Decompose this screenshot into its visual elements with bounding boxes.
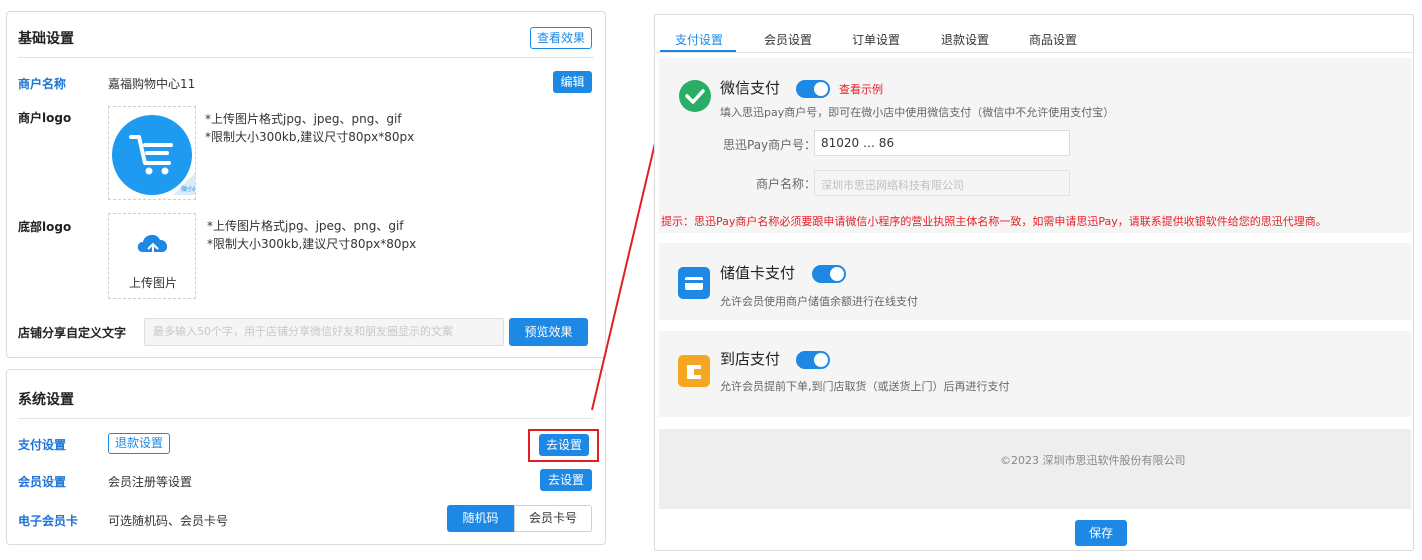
share-text-input[interactable]: 最多输入50个字，用于店铺分享微信好友和朋友圈显示的文案	[144, 318, 504, 346]
system-settings-panel: 系统设置 支付设置 退款设置 去设置 会员设置 会员注册等设置 去设置 电子会员…	[6, 369, 606, 545]
card-pay-section: 储值卡支付 允许会员使用商户储值余额进行在线支付	[659, 243, 1411, 320]
merchant-logo-image: 微小店	[112, 115, 195, 195]
refund-settings-tag[interactable]: 退款设置	[108, 433, 170, 454]
random-code-option[interactable]: 随机码	[447, 505, 514, 532]
view-example-link[interactable]: 查看示例	[839, 81, 883, 97]
system-settings-title: 系统设置	[18, 392, 74, 408]
view-effect-button[interactable]: 查看效果	[530, 27, 592, 49]
wechat-pay-tip: 提示：思迅Pay商户名称必须要跟申请微信小程序的营业执照主体名称一致，如需申请思…	[661, 215, 1327, 228]
tab-order-settings[interactable]: 订单设置	[852, 31, 900, 48]
store-pay-title: 到店支付	[720, 350, 781, 368]
wechat-pay-toggle[interactable]	[796, 80, 830, 98]
upload-image-box[interactable]: 上传图片	[108, 213, 196, 299]
member-settings-label: 会员设置	[18, 475, 67, 489]
merchant-name-label-right: 商户名称：	[756, 177, 817, 191]
merchant-name-value-right: 深圳市思迅网络科技有限公司	[821, 179, 964, 192]
wechat-pay-desc: 填入思迅pay商户号，即可在微小店中使用微信支付（微信中不允许使用支付宝）	[720, 106, 1115, 119]
wechat-pay-section: 微信支付 查看示例 填入思迅pay商户号，即可在微小店中使用微信支付（微信中不允…	[659, 58, 1411, 233]
tab-member-settings[interactable]: 会员设置	[764, 31, 812, 48]
preview-effect-button[interactable]: 预览效果	[509, 318, 588, 346]
divider	[18, 57, 594, 58]
wallet-card-icon	[678, 267, 710, 299]
member-settings-go-button[interactable]: 去设置	[540, 469, 592, 491]
card-pay-title: 储值卡支付	[720, 264, 796, 282]
logo-hint-size: *限制大小300kb,建议尺寸80px*80px	[205, 130, 415, 144]
tab-pay-settings[interactable]: 支付设置	[675, 31, 723, 48]
tab-refund-settings[interactable]: 退款设置	[941, 31, 989, 48]
pay-settings-label: 支付设置	[18, 438, 67, 452]
sixun-pay-id-input[interactable]: 81020 … 86	[814, 130, 1070, 156]
merchant-logo-box[interactable]: 微小店	[108, 106, 196, 200]
member-settings-desc: 会员注册等设置	[108, 475, 193, 489]
save-button[interactable]: 保存	[1075, 520, 1127, 546]
upload-image-text: 上传图片	[129, 276, 178, 290]
store-pay-desc: 允许会员提前下单,到门店取货（或送货上门）后再进行支付	[720, 380, 1010, 393]
logo-badge-text: 微小店	[181, 185, 195, 193]
divider	[18, 418, 594, 419]
tab-goods-settings[interactable]: 商品设置	[1029, 31, 1077, 48]
share-text-label: 店铺分享自定义文字	[18, 326, 127, 340]
bottom-logo-label: 底部logo	[18, 220, 72, 234]
merchant-logo-label: 商户logo	[18, 111, 72, 125]
member-card-no-option[interactable]: 会员卡号	[514, 505, 592, 532]
store-pay-icon	[678, 355, 710, 387]
cloud-upload-icon	[137, 234, 168, 258]
store-pay-toggle[interactable]	[796, 351, 830, 369]
card-pay-toggle[interactable]	[812, 265, 846, 283]
store-pay-section: 到店支付 允许会员提前下单,到门店取货（或送货上门）后再进行支付	[659, 331, 1411, 417]
footer-area	[659, 429, 1411, 509]
footer-copyright: ©2023 深圳市思迅软件股份有限公司	[1000, 454, 1186, 467]
logo-hint-format: *上传图片格式jpg、jpeg、png、gif	[205, 112, 402, 126]
wechat-pay-title: 微信支付	[720, 79, 781, 97]
bottom-hint-format: *上传图片格式jpg、jpeg、png、gif	[207, 219, 404, 233]
sixun-pay-id-label: 思迅Pay商户号：	[723, 138, 817, 152]
tabs-divider	[655, 52, 1413, 53]
basic-settings-panel: 基础设置 查看效果 商户名称 嘉福购物中心11 编辑 商户logo 微小店 *上…	[6, 11, 606, 358]
pay-settings-go-button[interactable]: 去设置	[539, 434, 589, 456]
bottom-hint-size: *限制大小300kb,建议尺寸80px*80px	[207, 237, 417, 251]
sixun-pay-id-value: 81020 … 86	[821, 136, 895, 150]
ecard-label: 电子会员卡	[18, 514, 79, 528]
ecard-desc: 可选随机码、会员卡号	[108, 514, 229, 528]
edit-button[interactable]: 编辑	[553, 71, 592, 93]
basic-settings-title: 基础设置	[18, 31, 74, 47]
card-pay-desc: 允许会员使用商户储值余额进行在线支付	[720, 295, 918, 308]
merchant-name-input: 深圳市思迅网络科技有限公司	[814, 170, 1070, 196]
merchant-name-label: 商户名称	[18, 77, 67, 91]
merchant-name-value: 嘉福购物中心11	[108, 77, 196, 91]
wechat-icon	[679, 80, 711, 112]
